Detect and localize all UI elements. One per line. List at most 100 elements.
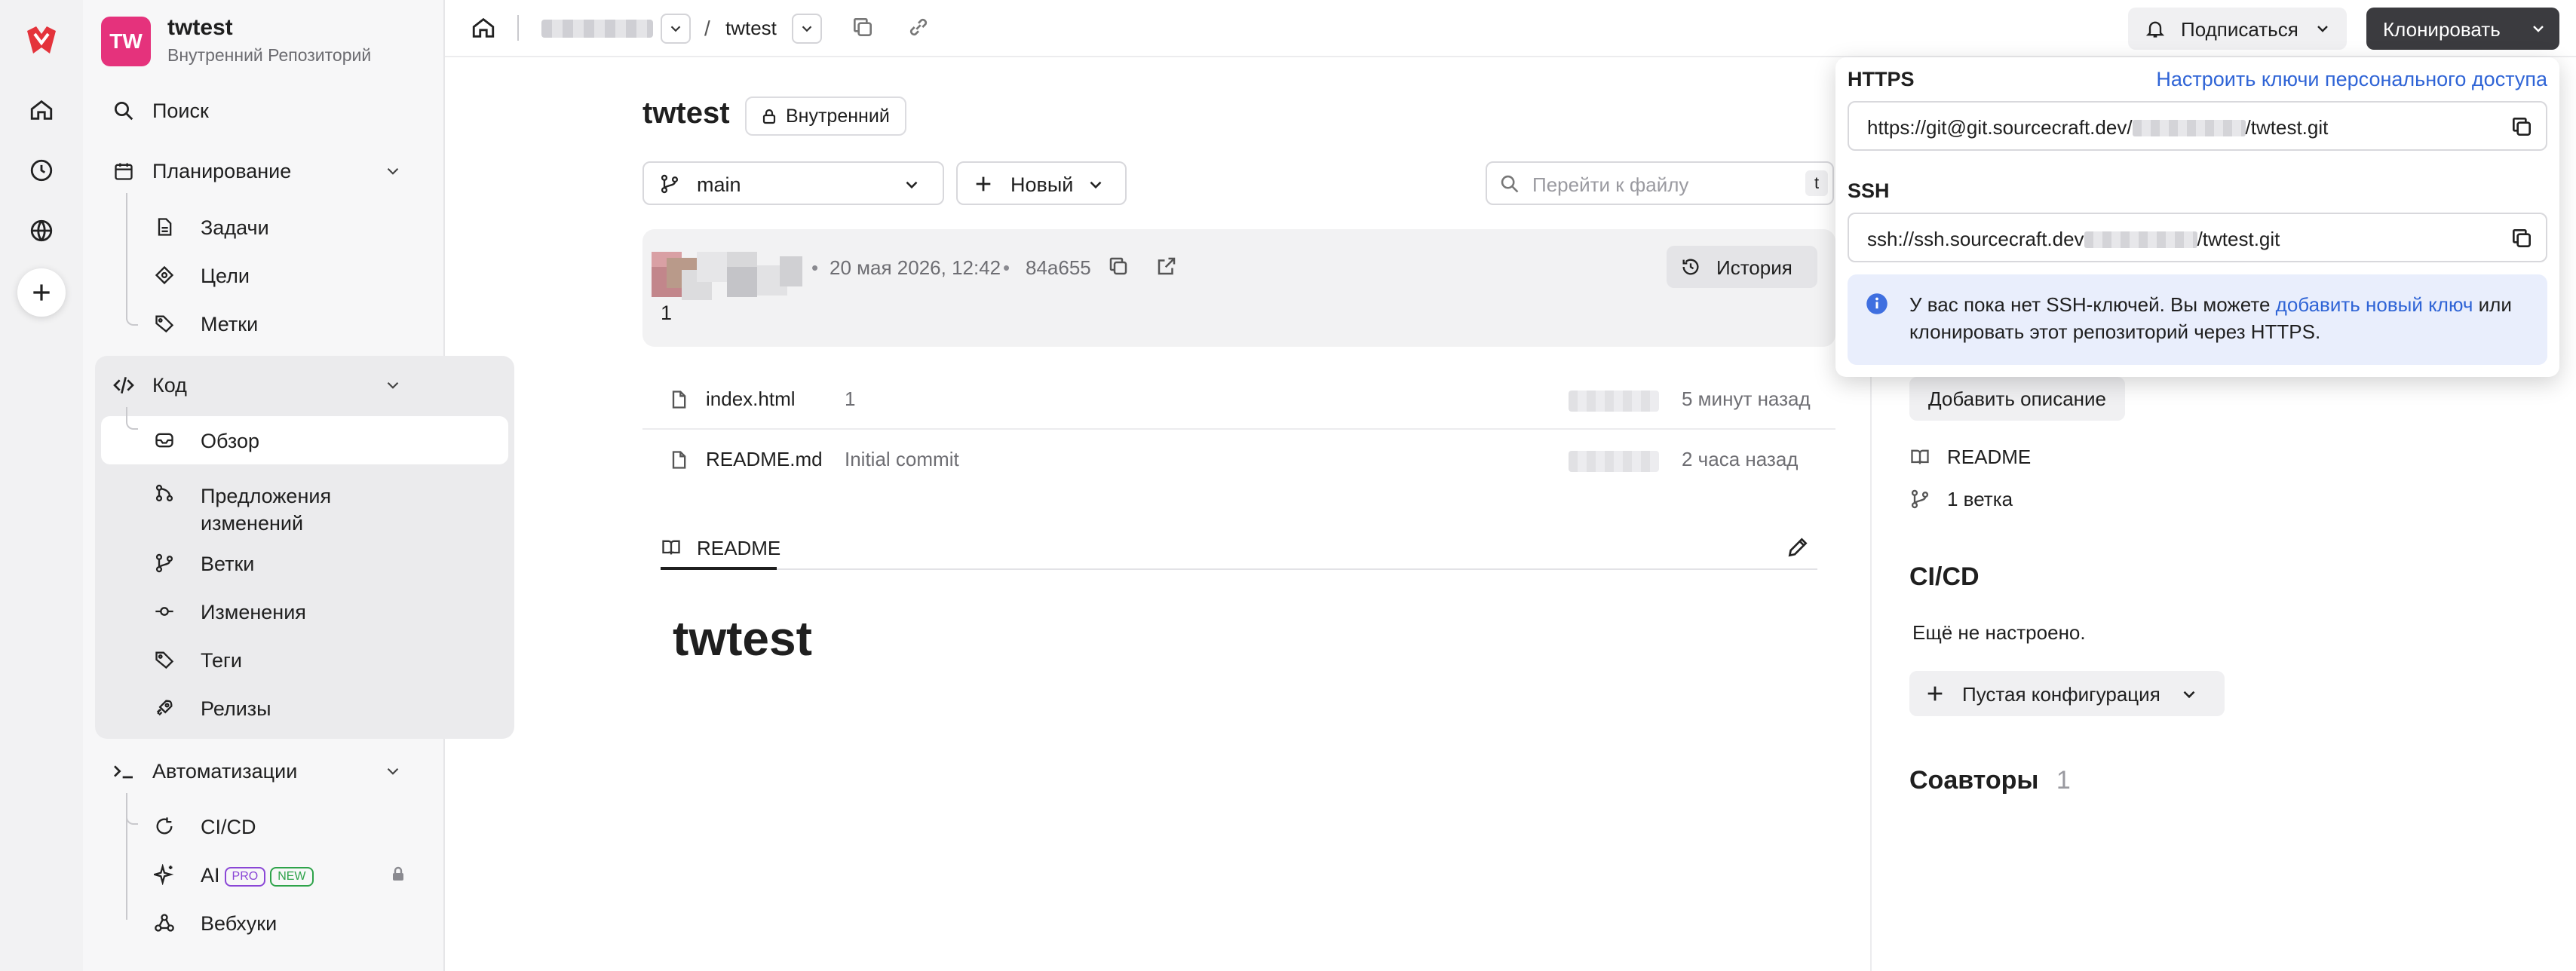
branch-icon bbox=[659, 173, 680, 195]
sidebar-item-ai[interactable]: AI PRO NEW bbox=[83, 853, 445, 896]
file-commit-message[interactable]: Initial commit bbox=[845, 448, 959, 471]
https-url-prefix: https://git@git.sourcecraft.dev/ bbox=[1867, 116, 2133, 139]
home-icon[interactable] bbox=[17, 86, 66, 134]
brand-logo-icon[interactable] bbox=[17, 17, 66, 65]
sidebar-item-label: Ветки bbox=[201, 553, 255, 575]
file-time: 5 минут назад bbox=[1682, 387, 1811, 410]
owner-redacted bbox=[2084, 231, 2197, 248]
file-search-placeholder: Перейти к файлу bbox=[1532, 173, 1689, 196]
add-ssh-key-link[interactable]: добавить новый ключ bbox=[2276, 293, 2473, 316]
repo-name[interactable]: twtest bbox=[167, 15, 233, 41]
sidebar-section-code[interactable]: Код bbox=[83, 363, 445, 407]
ssh-url-field[interactable]: ssh://ssh.sourcecraft.dev/twtest.git bbox=[1848, 213, 2547, 262]
tag-icon bbox=[151, 310, 178, 337]
avatar[interactable] bbox=[652, 252, 810, 300]
branch-icon bbox=[1909, 489, 1930, 510]
home-icon[interactable] bbox=[471, 15, 496, 41]
calendar-icon bbox=[110, 158, 137, 185]
clone-button[interactable]: Клонировать bbox=[2366, 8, 2559, 50]
sidebar-search[interactable]: Поиск bbox=[83, 89, 445, 133]
globe-icon[interactable] bbox=[17, 207, 66, 255]
chevron-down-icon[interactable] bbox=[383, 375, 403, 395]
empty-config-button[interactable]: Пустая конфигурация bbox=[1909, 671, 2225, 716]
owner-crumb[interactable] bbox=[541, 20, 653, 38]
visibility-badge: Внутренний bbox=[745, 96, 906, 136]
external-link-icon[interactable] bbox=[1155, 255, 1178, 277]
sidebar-item-label: Вебхуки bbox=[201, 912, 278, 935]
clone-label: Клонировать bbox=[2383, 18, 2501, 41]
sidebar-item-label: Метки bbox=[201, 313, 259, 335]
repo-crumb[interactable]: twtest bbox=[725, 17, 777, 40]
sidebar-item-labels[interactable]: Метки bbox=[83, 302, 445, 345]
sidebar-item-goals[interactable]: Цели bbox=[83, 253, 445, 297]
sparkle-icon bbox=[151, 861, 178, 888]
merge-icon bbox=[151, 479, 178, 507]
sidebar-item-webhooks[interactable]: Вебхуки bbox=[83, 901, 445, 945]
pencil-icon[interactable] bbox=[1786, 535, 1810, 559]
commit-hash[interactable]: 84a655 bbox=[1026, 256, 1091, 280]
new-button[interactable]: Новый bbox=[956, 161, 1127, 205]
branches-link[interactable]: 1 ветка bbox=[1909, 486, 2013, 513]
contributors-count: 1 bbox=[2056, 766, 2071, 795]
chevron-down-icon[interactable] bbox=[661, 14, 691, 44]
readme-tab-bar: README bbox=[661, 526, 1817, 570]
chevron-down-icon[interactable] bbox=[2179, 685, 2199, 704]
copy-icon[interactable] bbox=[851, 15, 875, 39]
file-time: 2 часа назад bbox=[1682, 448, 1799, 470]
chevron-down-icon[interactable] bbox=[383, 161, 403, 181]
sidebar-item-label: Задачи bbox=[201, 216, 269, 239]
sidebar-item-releases[interactable]: Релизы bbox=[83, 686, 445, 730]
readme-link[interactable]: README bbox=[1909, 443, 2031, 470]
table-row[interactable]: README.md Initial commit 2 часа назад bbox=[642, 430, 1835, 490]
file-search-input[interactable]: Перейти к файлу t bbox=[1486, 161, 1834, 205]
search-icon bbox=[110, 97, 137, 124]
plus-icon[interactable] bbox=[17, 268, 66, 317]
plus-icon bbox=[1924, 683, 1946, 704]
chevron-down-icon bbox=[2314, 20, 2332, 38]
history-label: История bbox=[1716, 256, 1792, 279]
file-commit-message[interactable]: 1 bbox=[845, 387, 855, 411]
branch-selector[interactable]: main bbox=[642, 161, 944, 205]
commit-message[interactable]: 1 bbox=[661, 302, 672, 325]
sidebar-section-planning[interactable]: Планирование bbox=[83, 149, 445, 193]
branches-label: 1 ветка bbox=[1947, 487, 2013, 510]
link-icon[interactable] bbox=[906, 15, 931, 39]
sidebar: TW twtest Внутренний Репозиторий Поиск П… bbox=[83, 0, 514, 971]
copy-icon[interactable] bbox=[2510, 115, 2534, 139]
table-row[interactable]: index.html 1 5 минут назад bbox=[642, 369, 1835, 430]
sidebar-item-tags[interactable]: Теги bbox=[83, 638, 445, 682]
copy-icon[interactable] bbox=[1107, 255, 1130, 277]
sidebar-item-change-requests[interactable]: Предложения изменений bbox=[83, 471, 445, 539]
rocket-icon bbox=[151, 694, 178, 721]
tab-readme[interactable]: README bbox=[661, 526, 780, 570]
history-button[interactable]: История bbox=[1667, 246, 1817, 288]
code-icon bbox=[110, 372, 137, 399]
lock-icon bbox=[389, 865, 407, 883]
subscribe-button[interactable]: Подписаться bbox=[2128, 8, 2347, 50]
repo-avatar[interactable]: TW bbox=[101, 17, 151, 66]
chevron-down-icon[interactable] bbox=[792, 14, 822, 44]
sidebar-item-commits[interactable]: Изменения bbox=[83, 590, 445, 633]
sidebar-section-automation[interactable]: Автоматизации bbox=[83, 749, 445, 793]
sidebar-item-label: Цели bbox=[201, 265, 250, 287]
chevron-down-icon[interactable] bbox=[383, 761, 403, 781]
search-icon bbox=[1499, 173, 1520, 195]
sidebar-item-tasks[interactable]: Задачи bbox=[83, 205, 445, 249]
sidebar-item-cicd[interactable]: CI/CD bbox=[83, 804, 445, 848]
clock-icon[interactable] bbox=[17, 146, 66, 195]
target-icon bbox=[151, 262, 178, 289]
sidebar-item-label: CI/CD bbox=[201, 816, 256, 838]
visibility-label: Внутренний bbox=[786, 105, 890, 127]
owner-redacted bbox=[2132, 120, 2246, 136]
https-url-field[interactable]: https://git@git.sourcecraft.dev/ /twtest.… bbox=[1848, 101, 2547, 151]
personal-access-keys-link[interactable]: Настроить ключи персонального доступа bbox=[2156, 68, 2547, 91]
ai-label: AI bbox=[201, 864, 220, 887]
ssh-info-text: У вас пока нет SSH-ключей. Вы можете доб… bbox=[1909, 291, 2528, 345]
copy-icon[interactable] bbox=[2510, 226, 2534, 250]
add-description-button[interactable]: Добавить описание bbox=[1909, 377, 2125, 421]
sidebar-item-branches[interactable]: Ветки bbox=[83, 541, 445, 585]
file-name[interactable]: index.html bbox=[706, 387, 796, 411]
file-name[interactable]: README.md bbox=[706, 448, 823, 471]
sidebar-item-overview[interactable]: Обзор bbox=[83, 418, 445, 462]
sidebar-item-label: Релизы bbox=[201, 697, 271, 720]
